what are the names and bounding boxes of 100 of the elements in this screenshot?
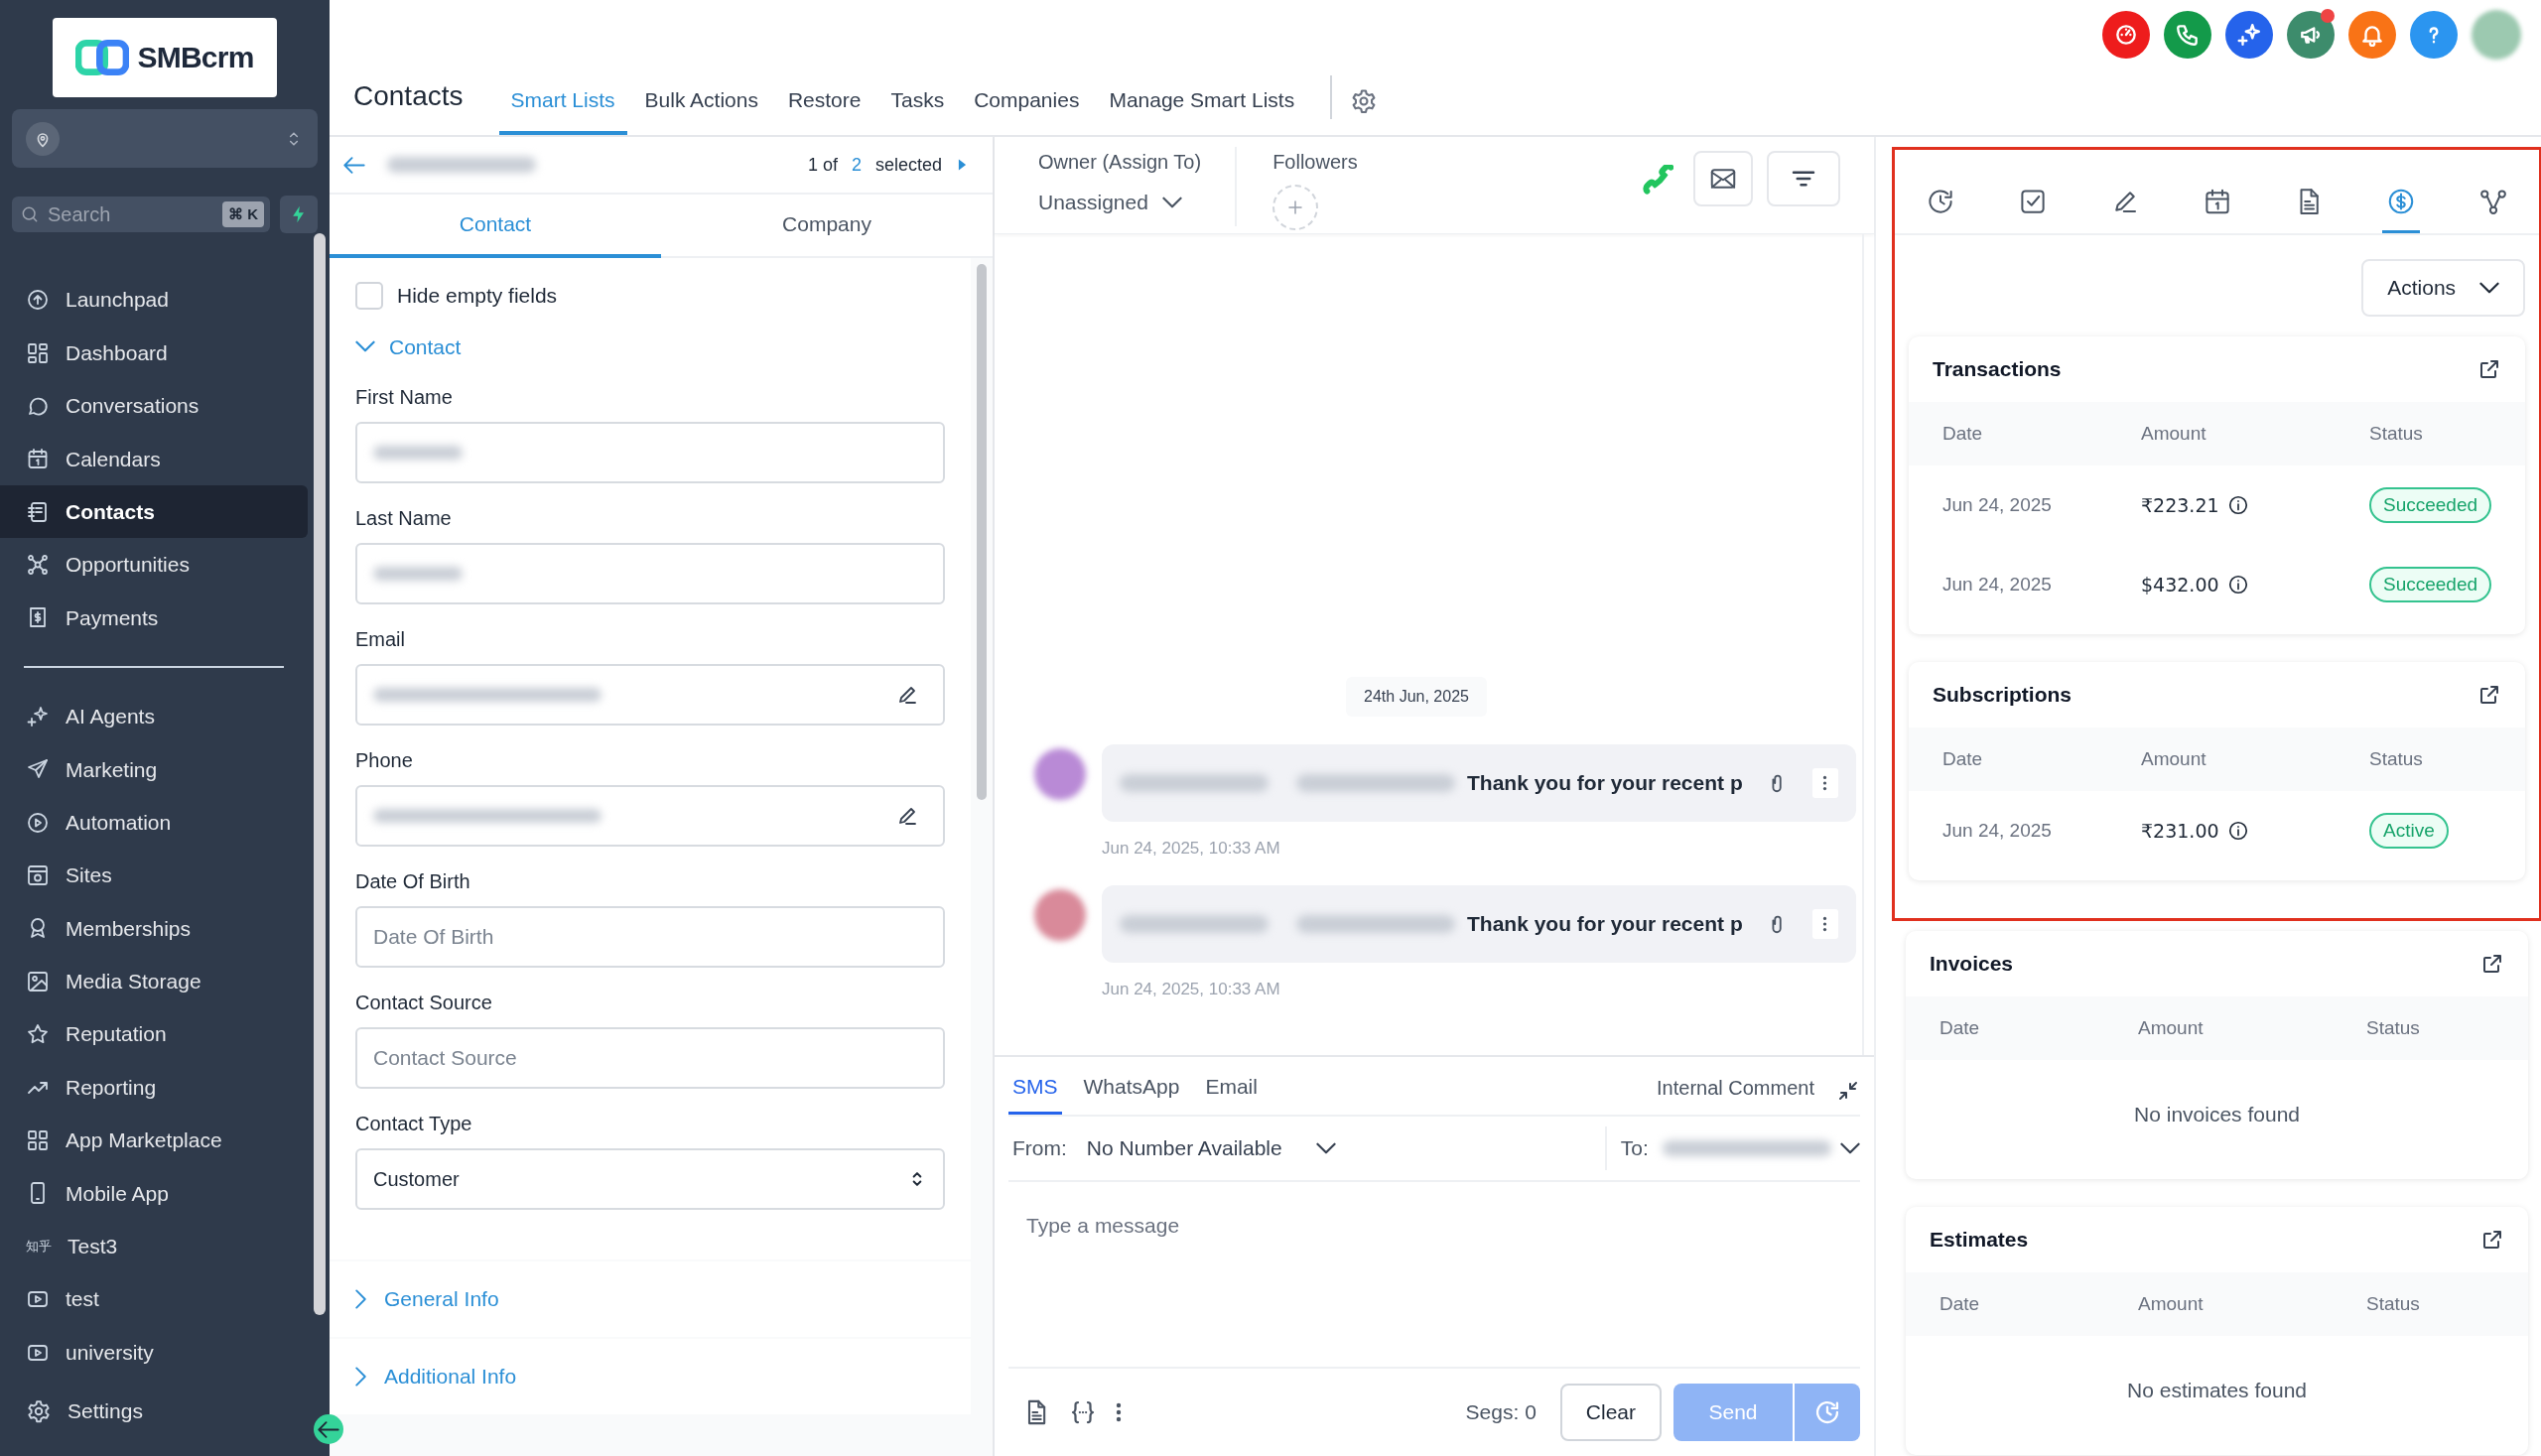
- column-header: Amount: [2141, 421, 2207, 446]
- table-cell-text: ₹223.21: [2141, 492, 2219, 518]
- channel-tab[interactable]: Email: [1201, 1070, 1262, 1115]
- table-cell-text: Jun 24, 2025: [1942, 572, 2053, 596]
- header-icon-button[interactable]: [2102, 11, 2150, 59]
- owner-label: Owner (Assign To): [1038, 150, 1202, 175]
- shortcut-hint: ⌘ K: [222, 201, 264, 228]
- header-icon-button[interactable]: [2287, 11, 2335, 59]
- vertical-dots-icon[interactable]: [1116, 1401, 1122, 1423]
- sidebar-item[interactable]: test: [0, 1272, 308, 1326]
- nav-tab[interactable]: Bulk Actions: [632, 79, 770, 135]
- filter-button[interactable]: [1767, 151, 1840, 206]
- clear-button[interactable]: Clear: [1559, 1384, 1662, 1441]
- column-header: Amount: [2138, 1291, 2205, 1316]
- panel-tab[interactable]: [2381, 187, 2420, 233]
- sidebar-item[interactable]: AI Agents: [0, 690, 308, 743]
- status-badge: Succeeded: [2369, 566, 2492, 603]
- sidebar-item[interactable]: Contacts: [0, 485, 308, 539]
- sidebar-item[interactable]: Mobile App: [0, 1166, 308, 1221]
- sidebar-item[interactable]: Dashboard: [0, 326, 308, 380]
- message-text: Thank you for your recent p: [1467, 770, 1743, 797]
- settings-item[interactable]: Settings: [0, 1379, 330, 1444]
- sidebar-item[interactable]: Calendars: [0, 432, 308, 485]
- card-title: Transactions: [1933, 356, 2062, 383]
- empty-state-text: No estimates found: [2126, 1378, 2308, 1404]
- sidebar-item[interactable]: Payments: [0, 591, 308, 645]
- quick-action-button[interactable]: [280, 196, 318, 234]
- arrow-left-icon: [343, 156, 365, 174]
- sidebar-item[interactable]: Sites: [0, 849, 308, 902]
- internal-comment-tab[interactable]: Internal Comment: [1657, 1073, 1814, 1115]
- chevron-icon: [355, 1289, 366, 1309]
- header-icon-button[interactable]: [2348, 11, 2396, 59]
- column-header: Amount: [2138, 1015, 2205, 1040]
- sidebar-item[interactable]: Launchpad: [0, 273, 308, 327]
- phone-icon[interactable]: [1642, 165, 1673, 197]
- to-label: To:: [1620, 1135, 1649, 1162]
- field-label: Last Name: [355, 506, 453, 531]
- message-input[interactable]: Type a message: [1008, 1182, 1860, 1369]
- field-label: Contact Type: [355, 1112, 473, 1136]
- column-header: Status: [2369, 421, 2424, 446]
- sidebar-item[interactable]: Automation: [0, 795, 308, 850]
- channel-tab[interactable]: SMS: [1008, 1070, 1062, 1115]
- settings-icon: [26, 1398, 52, 1425]
- table-cell-text: Jun 24, 2025: [1942, 492, 2053, 517]
- back-button[interactable]: [343, 156, 365, 174]
- collapse-button[interactable]: [314, 1414, 343, 1444]
- input-field[interactable]: Date Of Birth: [355, 906, 945, 968]
- checkbox[interactable]: [355, 281, 383, 310]
- input-field[interactable]: [355, 422, 945, 483]
- card-title: Invoices: [1930, 951, 2014, 978]
- nav-tab[interactable]: Tasks: [878, 79, 957, 135]
- sidebar-item[interactable]: university: [0, 1325, 308, 1380]
- column-header: Status: [2366, 1015, 2421, 1040]
- email-button[interactable]: [1693, 151, 1753, 206]
- more-options-button[interactable]: [1811, 908, 1838, 939]
- sidebar-item[interactable]: Conversations: [0, 379, 308, 433]
- input-field[interactable]: [355, 664, 945, 726]
- input-field[interactable]: Contact Source: [355, 1027, 945, 1089]
- owner-dropdown[interactable]: Unassigned: [1038, 187, 1202, 218]
- actions-dropdown[interactable]: Actions: [2361, 259, 2526, 317]
- page-title: Contacts: [353, 79, 464, 113]
- compress-icon: [1836, 1079, 1860, 1103]
- channel-tab[interactable]: WhatsApp: [1079, 1070, 1184, 1115]
- location-switcher[interactable]: [12, 108, 318, 169]
- sparkle-icon: [2236, 22, 2262, 48]
- sidebar-item[interactable]: Media Storage: [0, 955, 308, 1008]
- header-icon-button[interactable]: [2410, 11, 2458, 59]
- address-book-icon: [26, 499, 50, 524]
- sidebar-item[interactable]: Opportunities: [0, 538, 308, 592]
- input-field[interactable]: [355, 785, 945, 847]
- nav-tab[interactable]: Manage Smart Lists: [1097, 79, 1307, 135]
- field-label: Phone: [355, 748, 414, 773]
- sidebar-item[interactable]: App Marketplace: [0, 1114, 308, 1167]
- clock-icon: [1813, 1398, 1841, 1426]
- header-icon-button[interactable]: [2225, 11, 2273, 59]
- sidebar-item[interactable]: Memberships: [0, 901, 308, 956]
- schedule-button[interactable]: [1795, 1384, 1860, 1441]
- detail-tab[interactable]: Company: [661, 195, 993, 258]
- logo-mark-icon: [75, 37, 130, 77]
- info-icon: [2226, 494, 2249, 516]
- sidebar-item[interactable]: Marketing: [0, 742, 308, 796]
- header-icon-button[interactable]: [2164, 11, 2211, 59]
- section-toggle[interactable]: General Info: [355, 1283, 499, 1315]
- from-dropdown[interactable]: No Number Available: [1086, 1132, 1593, 1164]
- card-title: Subscriptions: [1933, 682, 2073, 709]
- input-field[interactable]: [355, 543, 945, 604]
- nav-tab[interactable]: Companies: [962, 79, 1092, 135]
- next-arrow-icon[interactable]: [958, 159, 967, 171]
- section-toggle[interactable]: Additional Info: [355, 1361, 517, 1392]
- record-position: 1 of: [807, 153, 838, 177]
- nodes-icon: [2477, 187, 2508, 216]
- nav-tab[interactable]: Restore: [775, 79, 873, 135]
- table-cell-text: Jun 24, 2025: [1942, 818, 2053, 843]
- select-field[interactable]: Customer: [355, 1148, 945, 1210]
- card-title: Estimates: [1930, 1227, 2029, 1254]
- sidebar-item[interactable]: 知乎 Test3: [0, 1220, 308, 1273]
- sidebar-item[interactable]: Reporting: [0, 1060, 308, 1115]
- section-toggle[interactable]: Contact: [355, 331, 462, 362]
- more-options-button[interactable]: [1811, 768, 1838, 798]
- sidebar-item[interactable]: Reputation: [0, 1007, 308, 1061]
